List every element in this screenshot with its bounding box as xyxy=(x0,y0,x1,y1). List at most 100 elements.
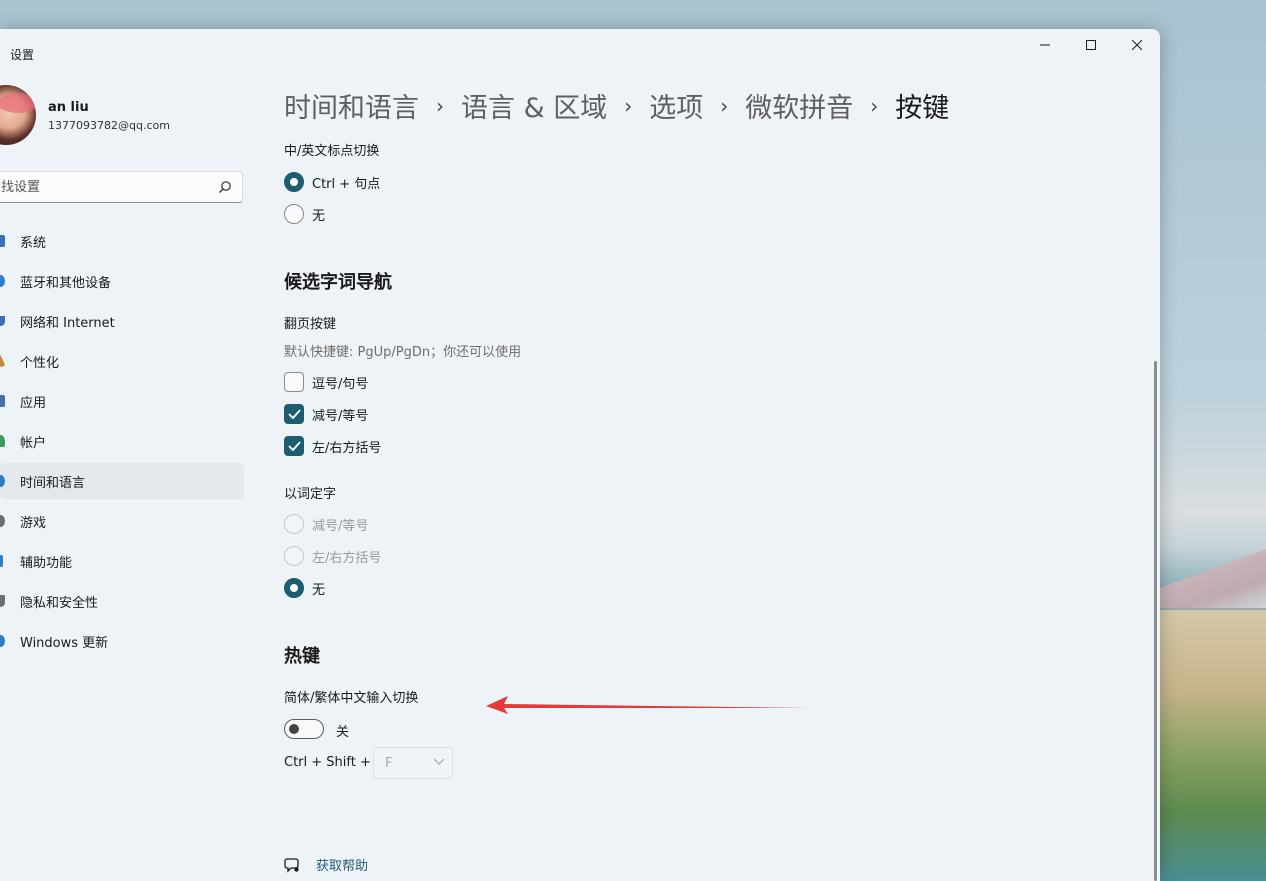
settings-search-box[interactable] xyxy=(0,171,243,203)
sidebar-item-label: Windows 更新 xyxy=(20,635,109,651)
system-icon xyxy=(0,235,5,247)
checkmark-icon xyxy=(288,409,301,420)
shortcut-key-value: F xyxy=(385,756,393,771)
sidebar-item-label: 蓝牙和其他设备 xyxy=(20,275,112,291)
sidebar-item-label: 应用 xyxy=(20,395,47,411)
radio-button[interactable] xyxy=(284,172,304,192)
option-label: 左/右方括号 xyxy=(312,440,382,456)
chevron-down-icon xyxy=(434,759,444,765)
sidebar-item-label: 时间和语言 xyxy=(20,475,86,491)
sidebar-item-label: 帐户 xyxy=(20,435,47,451)
sidebar-item-label: 网络和 Internet xyxy=(20,315,115,331)
sidebar-item-label: 游戏 xyxy=(20,515,47,531)
checkbox[interactable] xyxy=(284,372,304,392)
breadcrumb-separator: › xyxy=(624,93,633,118)
close-button[interactable] xyxy=(1114,29,1160,61)
sidebar-item-personalization[interactable]: 个性化 xyxy=(0,343,244,379)
radio-button[interactable] xyxy=(284,204,304,224)
option-label: Ctrl + 句点 xyxy=(312,176,381,192)
user-email: 1377093782@qq.com xyxy=(48,119,170,132)
annotation-arrow xyxy=(486,696,810,714)
get-help-link[interactable]: 获取帮助 xyxy=(284,855,368,874)
sidebar-item-gaming[interactable]: 游戏 xyxy=(0,503,244,539)
option-label: 无 xyxy=(312,208,326,224)
page-title: 按键 xyxy=(895,93,950,124)
sidebar-item-label: 辅助功能 xyxy=(20,555,73,571)
brush-icon xyxy=(0,354,6,368)
desktop-wallpaper xyxy=(1160,0,1266,881)
sidebar-item-label: 隐私和安全性 xyxy=(20,595,99,611)
sidebar-item-system[interactable]: 系统 xyxy=(0,223,244,259)
candidate-nav-title: 候选字词导航 xyxy=(284,272,392,293)
page-key-option-minus-equal[interactable]: 减号/等号 xyxy=(284,403,368,425)
word-select-option-none[interactable]: 无 xyxy=(284,577,325,599)
punctuation-option-none[interactable]: 无 xyxy=(284,203,325,225)
update-icon xyxy=(0,635,5,647)
sidebar-item-privacy[interactable]: 隐私和安全性 xyxy=(0,583,244,619)
sidebar-item-accessibility[interactable]: 辅助功能 xyxy=(0,543,244,579)
page-keys-hint: 默认快捷键: PgUp/PgDn；你还可以使用 xyxy=(284,345,522,360)
breadcrumb-separator: › xyxy=(436,93,444,118)
option-label: 减号/等号 xyxy=(312,408,369,424)
shield-icon xyxy=(0,595,5,607)
checkmark-icon xyxy=(288,441,301,452)
word-select-label: 以词定字 xyxy=(284,487,337,502)
sidebar-item-label: 系统 xyxy=(20,235,47,251)
sidebar-item-accounts[interactable]: 帐户 xyxy=(0,423,244,459)
search-icon[interactable] xyxy=(218,180,232,194)
sidebar-item-network[interactable]: 网络和 Internet xyxy=(0,303,244,339)
maximize-button[interactable] xyxy=(1068,29,1114,61)
bluetooth-icon xyxy=(0,275,5,287)
punctuation-switch-label: 中/英文标点切换 xyxy=(284,144,380,159)
sidebar-item-label: 个性化 xyxy=(20,355,60,371)
search-input[interactable] xyxy=(1,178,201,196)
user-profile[interactable]: an liu 1377093782@qq.com xyxy=(0,85,250,145)
option-label: 左/右方括号 xyxy=(312,550,382,566)
breadcrumb: 时间和语言 › 语言 & 区域 › 选项 › 微软拼音 › 按键 xyxy=(284,86,949,125)
punctuation-option-ctrl-period[interactable]: Ctrl + 句点 xyxy=(284,171,380,193)
shortcut-key-select[interactable]: F xyxy=(373,747,453,779)
page-keys-label: 翻页按键 xyxy=(284,317,337,332)
option-label: 减号/等号 xyxy=(312,518,369,534)
sidebar-item-apps[interactable]: 应用 xyxy=(0,383,244,419)
checkbox[interactable] xyxy=(284,404,304,424)
help-chat-icon xyxy=(284,857,299,873)
window-title: 设置 xyxy=(10,48,35,62)
shortcut-prefix-label: Ctrl + Shift + xyxy=(284,755,371,770)
option-label: 无 xyxy=(312,582,326,598)
accessibility-icon xyxy=(0,555,3,567)
minimize-button[interactable] xyxy=(1022,29,1068,61)
breadcrumb-item-language-region[interactable]: 语言 & 区域 xyxy=(461,86,607,125)
avatar xyxy=(0,85,36,145)
sc-tc-toggle[interactable] xyxy=(284,719,324,739)
page-key-option-comma-period[interactable]: 逗号/句号 xyxy=(284,371,368,393)
sidebar-nav: 系统 蓝牙和其他设备 网络和 Internet 个性化 应用 帐户 时间和语言 xyxy=(0,223,244,663)
radio-button[interactable] xyxy=(284,578,304,598)
apps-icon xyxy=(0,395,5,407)
account-icon xyxy=(0,435,5,447)
maximize-icon xyxy=(1086,40,1096,50)
word-select-option-minus-equal: 减号/等号 xyxy=(284,513,368,535)
sidebar-item-windows-update[interactable]: Windows 更新 xyxy=(0,623,244,659)
option-label: 逗号/句号 xyxy=(312,376,369,392)
sidebar-item-time-language[interactable]: 时间和语言 xyxy=(0,463,244,499)
scrollbar[interactable] xyxy=(1154,361,1157,881)
title-bar: 设置 xyxy=(0,29,1160,77)
user-name: an liu xyxy=(48,100,89,115)
page-key-option-brackets[interactable]: 左/右方括号 xyxy=(284,435,381,457)
radio-button xyxy=(284,514,304,534)
sc-tc-switch-label: 简体/繁体中文输入切换 xyxy=(284,691,419,706)
breadcrumb-item-options[interactable]: 选项 xyxy=(649,86,703,125)
minimize-icon xyxy=(1040,44,1050,46)
get-help-label: 获取帮助 xyxy=(316,859,369,874)
checkbox[interactable] xyxy=(284,436,304,456)
breadcrumb-item-microsoft-pinyin[interactable]: 微软拼音 xyxy=(745,86,853,125)
breadcrumb-separator: › xyxy=(870,93,879,118)
sidebar-item-bluetooth[interactable]: 蓝牙和其他设备 xyxy=(0,263,244,299)
close-icon xyxy=(1132,40,1142,50)
breadcrumb-separator: › xyxy=(720,93,729,118)
breadcrumb-item-time-language[interactable]: 时间和语言 xyxy=(284,86,419,125)
settings-window: 设置 an liu 1377093782@qq.com 系统 xyxy=(0,29,1160,881)
window-controls xyxy=(1022,29,1160,61)
network-icon xyxy=(0,316,5,326)
